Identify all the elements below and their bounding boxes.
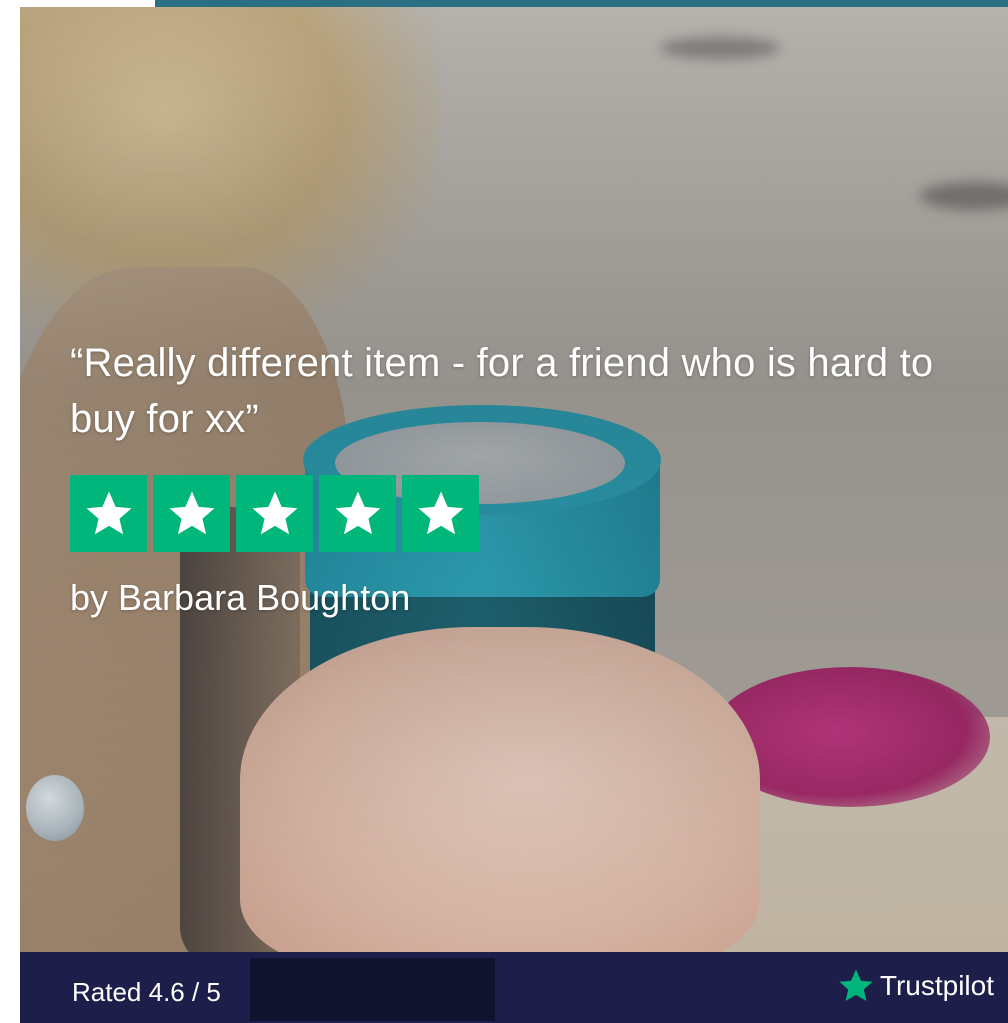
star-icon	[169, 491, 214, 534]
review-block: “Really different item - for a friend wh…	[70, 335, 950, 620]
star-2	[153, 475, 230, 552]
star-icon	[418, 491, 463, 534]
review-quote: “Really different item - for a friend wh…	[70, 341, 934, 441]
trustpilot-logo[interactable]: Trustpilot	[836, 966, 994, 1006]
top-accent-bar	[155, 0, 1008, 7]
star-5	[402, 475, 479, 552]
trustpilot-label: Trustpilot	[879, 970, 994, 1001]
review-author: by Barbara Boughton	[70, 577, 411, 618]
redacted-block	[250, 958, 495, 1021]
star-1	[70, 475, 147, 552]
star-icon	[252, 491, 297, 534]
star-icon	[335, 491, 380, 534]
star-rating	[70, 475, 950, 552]
star-3	[236, 475, 313, 552]
star-icon	[86, 491, 131, 534]
trustpilot-star-icon	[839, 969, 873, 1001]
star-4	[319, 475, 396, 552]
rating-footer: Rated 4.6 / 5 Trustpilot	[20, 952, 1008, 1023]
rating-text: Rated 4.6 / 5	[72, 977, 221, 1007]
